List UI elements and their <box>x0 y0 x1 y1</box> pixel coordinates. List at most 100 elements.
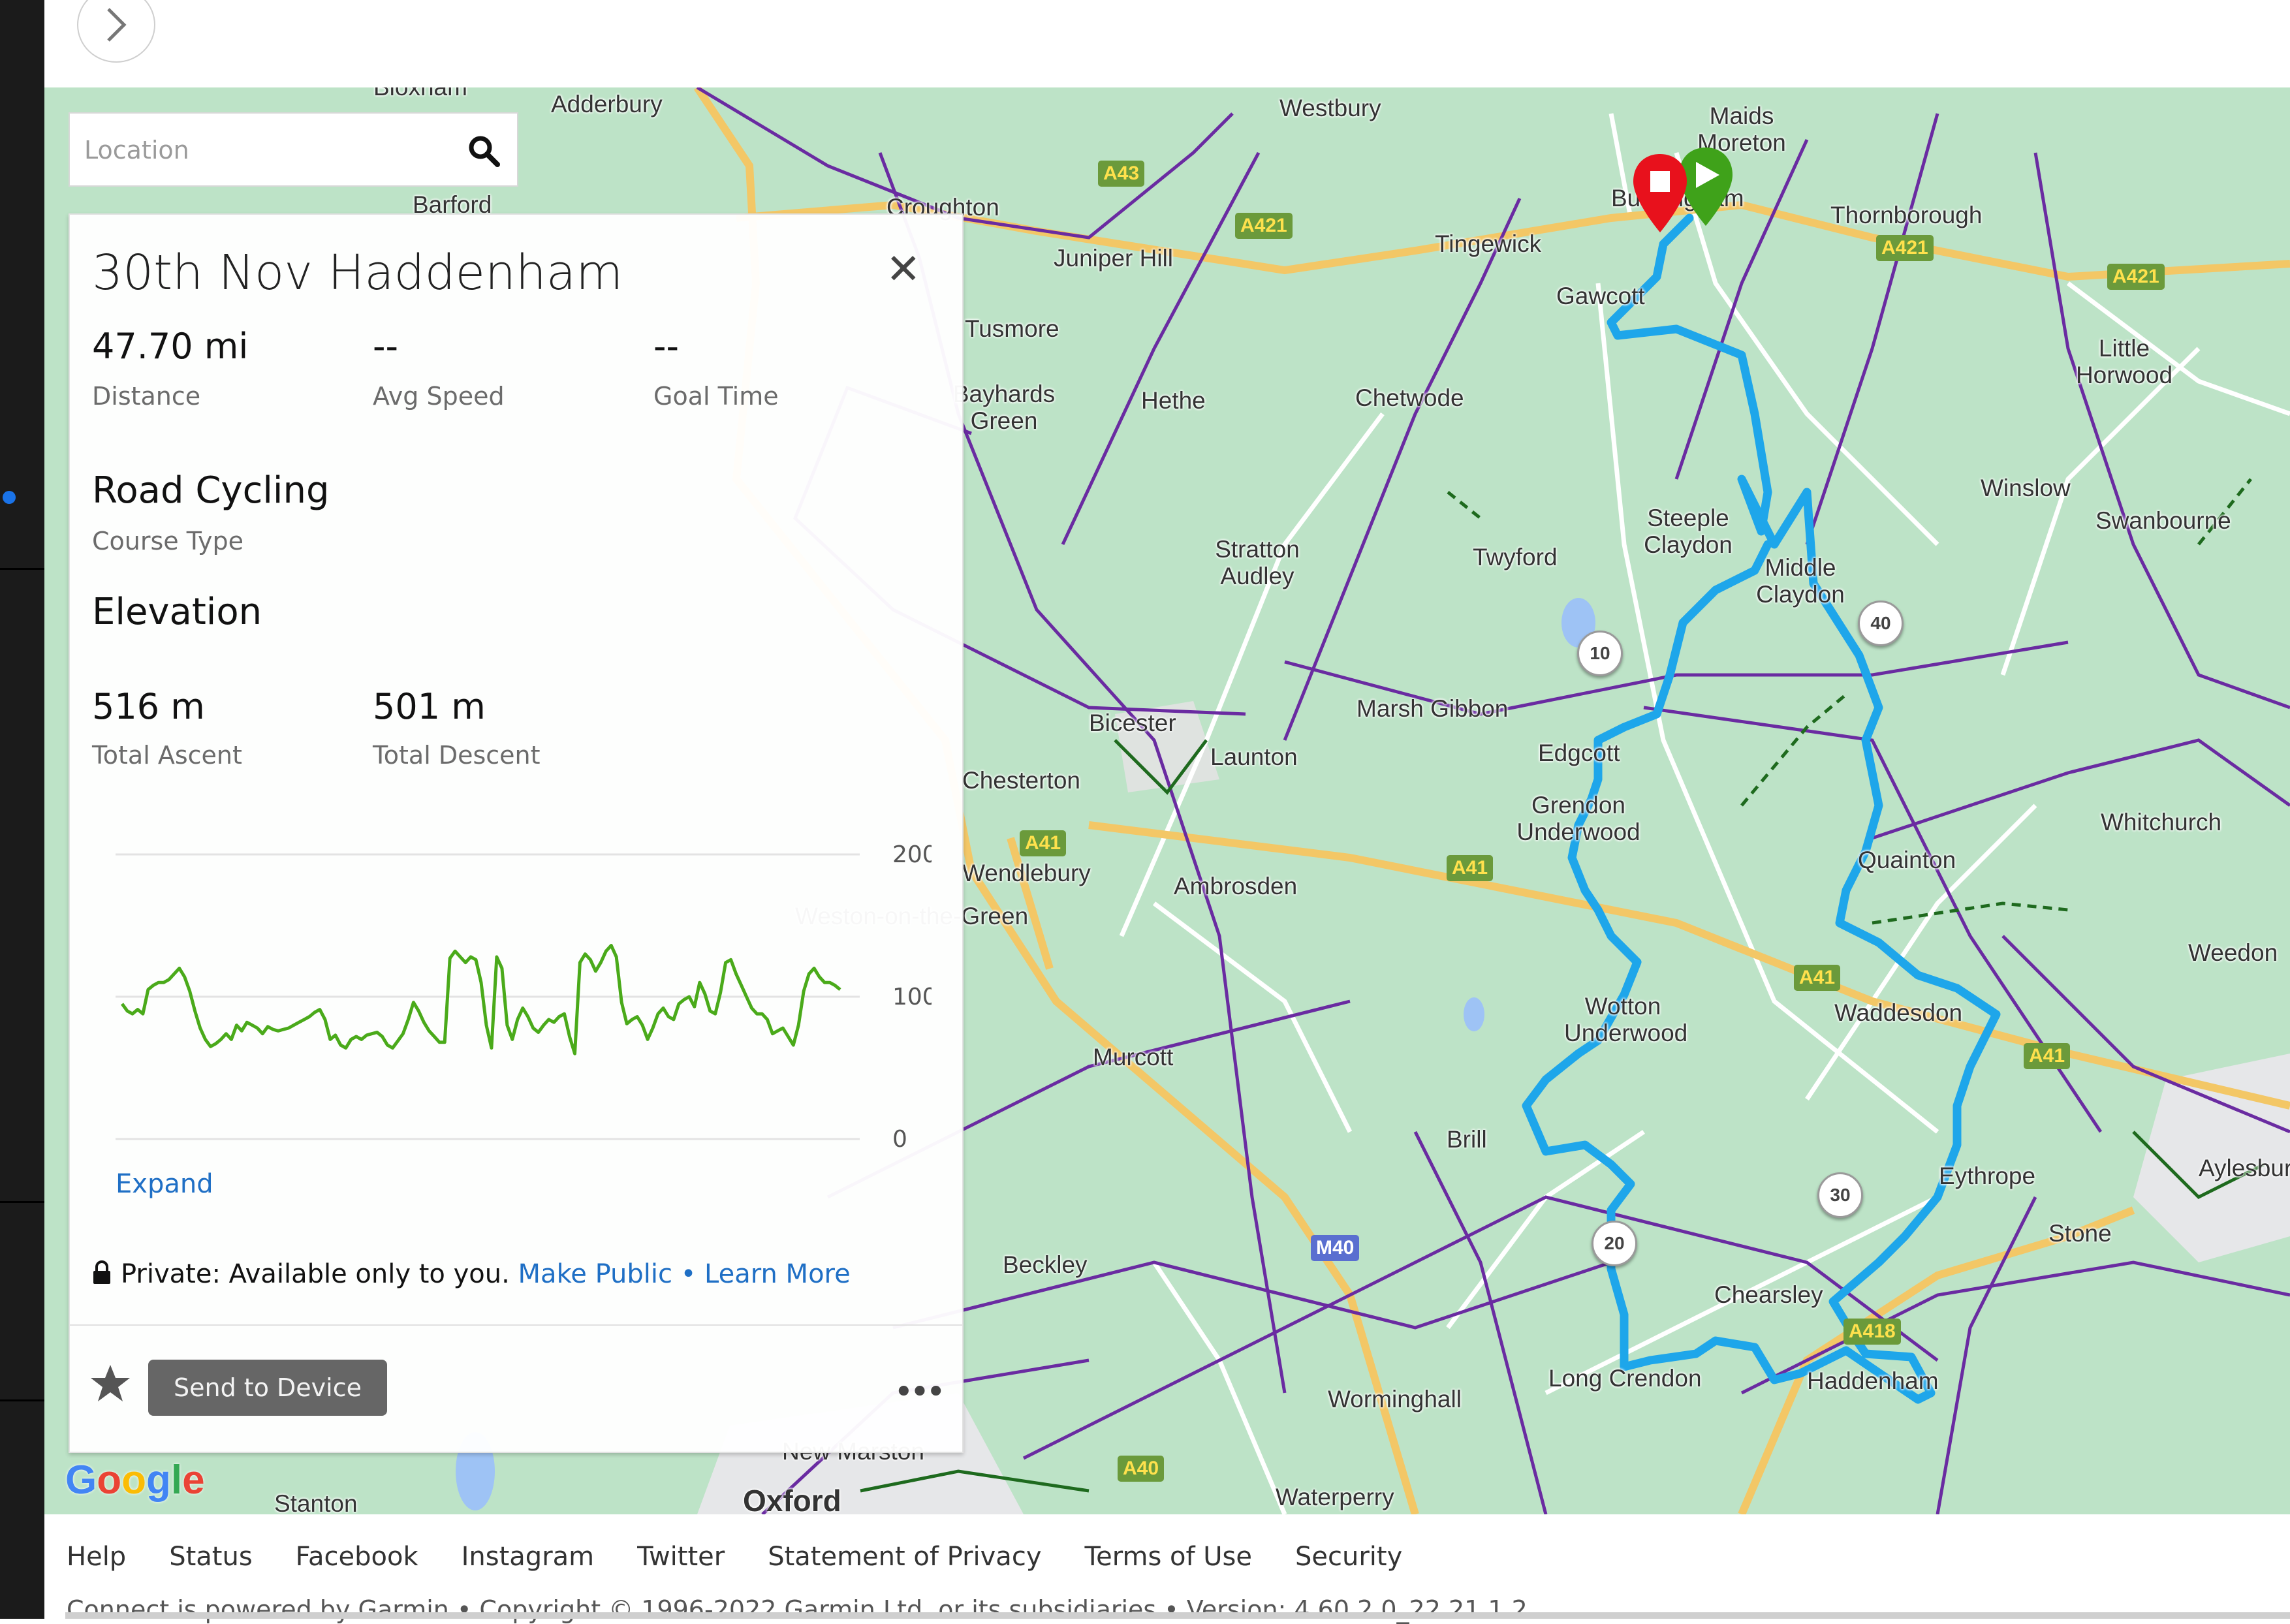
footer-link-instagram[interactable]: Instagram <box>462 1542 595 1572</box>
place-label: Launton <box>1210 743 1298 770</box>
place-label: Adderbury <box>551 91 663 117</box>
footer-link-help[interactable]: Help <box>67 1542 126 1572</box>
goal-time-label: Goal Time <box>653 382 779 411</box>
total-descent-value: 501 m <box>373 686 486 727</box>
place-label: Marsh Gibbon <box>1357 695 1509 722</box>
elevation-y-tick-label: 0 <box>892 1126 907 1153</box>
footer-link-status[interactable]: Status <box>169 1542 252 1572</box>
total-ascent-value: 516 m <box>92 686 205 727</box>
privacy-text: Private: Available only to you. <box>121 1259 510 1289</box>
place-label: Twyford <box>1473 544 1558 570</box>
horizontal-scrollbar[interactable] <box>65 1612 2290 1619</box>
place-label: Thornborough <box>1830 202 1983 228</box>
privacy-notice: Private: Available only to you. Make Pub… <box>92 1259 851 1289</box>
place-label: Stone <box>2048 1220 2112 1247</box>
place-label: Eythrope <box>1939 1163 2036 1189</box>
footer-links: Help Status Facebook Instagram Twitter S… <box>67 1542 1445 1572</box>
avg-speed-label: Avg Speed <box>373 382 505 411</box>
distance-marker: 30 <box>1817 1172 1863 1218</box>
place-label: Bayhards Green <box>952 381 1056 434</box>
road-shield: A43 <box>1098 161 1145 187</box>
distance-marker: 10 <box>1577 631 1623 676</box>
avg-speed-value: -- <box>373 326 398 367</box>
google-logo: Google <box>65 1458 205 1503</box>
make-public-link[interactable]: Make Public <box>518 1259 672 1289</box>
footer-link-facebook[interactable]: Facebook <box>296 1542 418 1572</box>
road-shield: A41 <box>1447 855 1494 881</box>
learn-more-link[interactable]: Learn More <box>704 1259 851 1289</box>
road-shield: A41 <box>2024 1043 2071 1069</box>
footer-link-terms[interactable]: Terms of Use <box>1084 1542 1252 1572</box>
footer-link-security[interactable]: Security <box>1295 1542 1402 1572</box>
road-shield: A421 <box>2107 264 2165 290</box>
place-label: Wendlebury <box>962 860 1091 886</box>
road-shield: M40 <box>1311 1235 1360 1261</box>
road-shield: A40 <box>1118 1456 1165 1482</box>
close-panel-button[interactable]: ✕ <box>886 249 921 290</box>
distance-label: Distance <box>92 382 201 411</box>
place-label: Stanton <box>274 1490 358 1514</box>
road-shield: A421 <box>1876 235 1934 261</box>
place-label: Bloxham <box>373 87 467 101</box>
elevation-heading: Elevation <box>92 591 262 633</box>
place-label: Edgcott <box>1538 740 1620 766</box>
place-label: Chearsley <box>1714 1281 1823 1308</box>
total-ascent-label: Total Ascent <box>92 741 242 770</box>
place-label: Oxford <box>743 1484 841 1514</box>
elevation-y-tick-label: 200 <box>892 841 932 868</box>
place-label: Swanbourne <box>2095 507 2231 534</box>
course-detail-panel: 30th Nov Haddenham ✕ 47.70 mi Distance -… <box>69 213 964 1453</box>
place-label: Ambrosden <box>1174 873 1298 899</box>
place-label: Steeple Claydon <box>1644 505 1733 558</box>
course-end-marker[interactable] <box>1631 151 1689 236</box>
place-label: Aylesbury <box>2199 1155 2290 1181</box>
road-shield: A418 <box>1843 1319 1901 1345</box>
place-label: Waterperry <box>1276 1484 1394 1510</box>
place-label: Juniper Hill <box>1054 245 1174 272</box>
page-footer: Help Status Facebook Instagram Twitter S… <box>44 1514 2290 1624</box>
lock-icon <box>93 1260 110 1284</box>
place-label: Brill <box>1447 1126 1487 1153</box>
place-label: Stratton Audley <box>1215 536 1300 589</box>
left-sidebar-strip <box>0 0 44 1619</box>
page-header <box>44 0 2290 87</box>
sidebar-divider <box>0 1201 44 1203</box>
course-title: 30th Nov Haddenham <box>92 245 623 301</box>
link-separator: • <box>680 1259 697 1289</box>
place-label: Quainton <box>1858 847 1956 873</box>
favorite-star-icon[interactable] <box>89 1362 131 1404</box>
place-label: Beckley <box>1003 1251 1088 1278</box>
place-label: Winslow <box>1981 475 2071 501</box>
place-label: Little Horwood <box>2075 335 2173 388</box>
place-label: Weedon <box>2188 939 2278 966</box>
distance-marker: 40 <box>1858 601 1904 646</box>
map-water <box>1464 997 1484 1031</box>
location-search-input[interactable] <box>83 114 451 187</box>
place-label: Hethe <box>1141 387 1206 414</box>
stop-icon <box>1650 171 1670 192</box>
place-label: Haddenham <box>1807 1367 1939 1394</box>
search-icon[interactable] <box>466 133 503 170</box>
expand-elevation-link[interactable]: Expand <box>116 1169 213 1199</box>
elevation-chart[interactable]: 200 100 0 <box>109 828 932 1168</box>
place-label: Tusmore <box>965 315 1059 342</box>
total-descent-label: Total Descent <box>373 741 541 770</box>
place-label: Wotton Underwood <box>1564 993 1688 1046</box>
place-label: Chesterton <box>962 767 1080 794</box>
sidebar-divider <box>0 1399 44 1401</box>
footer-link-twitter[interactable]: Twitter <box>637 1542 725 1572</box>
send-to-device-button[interactable]: Send to Device <box>148 1360 387 1416</box>
place-label: Worminghall <box>1328 1386 1462 1413</box>
place-label: Grendon Underwood <box>1516 792 1640 845</box>
road-shield: A421 <box>1235 213 1293 239</box>
more-options-button[interactable]: ••• <box>894 1375 946 1409</box>
road-shield: A41 <box>1794 965 1841 991</box>
copyright-text: Connect is powered by Garmin • Copyright… <box>67 1595 1528 1624</box>
footer-link-privacy[interactable]: Statement of Privacy <box>768 1542 1041 1572</box>
place-label: Murcott <box>1093 1044 1174 1070</box>
close-icon[interactable]: ✕ <box>886 245 921 294</box>
location-search[interactable] <box>69 112 518 187</box>
panel-divider <box>70 1324 962 1326</box>
distance-value: 47.70 mi <box>92 326 249 367</box>
distance-marker: 20 <box>1592 1221 1637 1266</box>
